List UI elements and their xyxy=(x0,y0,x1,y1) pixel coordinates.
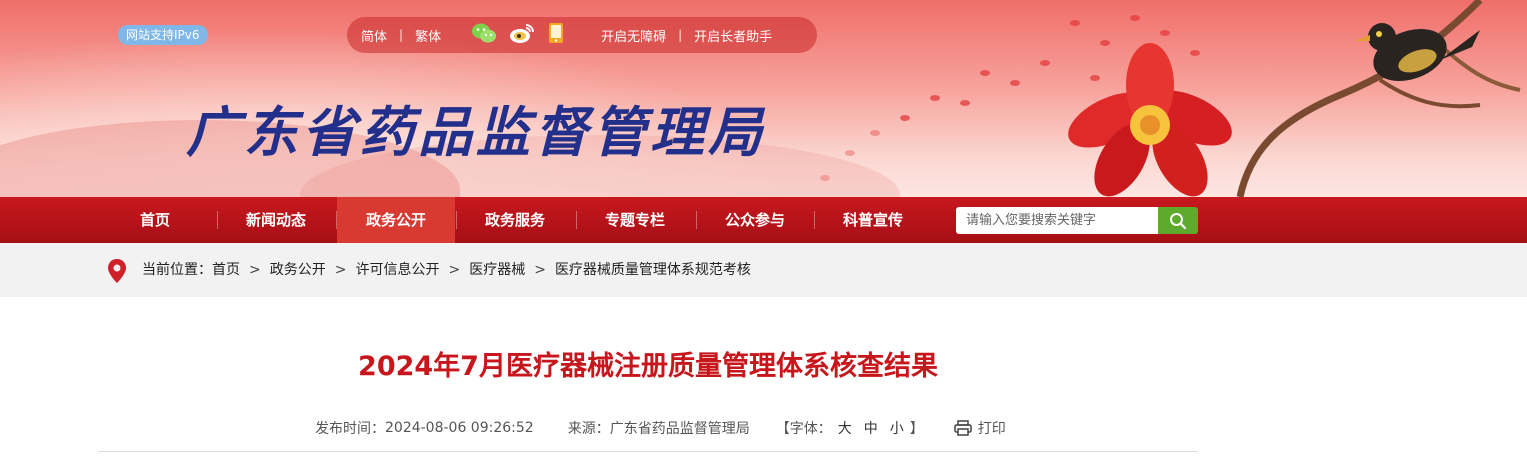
print-icon xyxy=(953,420,972,436)
petal-decoration xyxy=(980,70,990,76)
nav-item-government-affairs[interactable]: 政务公开 xyxy=(337,197,455,243)
breadcrumb-medical-devices[interactable]: 医疗器械 xyxy=(469,243,525,297)
nav-item-science[interactable]: 科普宣传 xyxy=(814,197,932,243)
weibo-icon[interactable] xyxy=(509,22,535,48)
font-size-label: 【字体： xyxy=(775,421,832,437)
breadcrumb-separator: > xyxy=(249,262,261,278)
main-nav: 首页 新闻动态 政务公开 政务服务 专题专栏 公众参与 科普宣传 请输入您要搜索… xyxy=(0,197,1527,243)
search-button[interactable] xyxy=(1158,207,1198,234)
publish-time: 2024-08-06 09:26:52 xyxy=(385,420,534,436)
font-size-medium[interactable]: 中 xyxy=(864,418,878,438)
mobile-icon[interactable] xyxy=(547,22,565,48)
petal-decoration xyxy=(1040,60,1050,66)
breadcrumb-government-affairs[interactable]: 政务公开 xyxy=(270,243,326,297)
breadcrumb: 当前位置： 首页 > 政务公开 > 许可信息公开 > 医疗器械 > 医疗器械质量… xyxy=(142,243,751,297)
petal-decoration xyxy=(870,130,880,136)
print-label: 打印 xyxy=(977,421,1006,437)
publish-time-label: 发布时间： xyxy=(315,421,385,437)
petal-decoration xyxy=(1190,50,1200,56)
breadcrumb-separator: > xyxy=(334,262,347,278)
nav-item-public-participation[interactable]: 公众参与 xyxy=(696,197,814,243)
petal-decoration xyxy=(1100,40,1110,46)
article-meta: 发布时间： 2024-08-06 09:26:52 来源： 广东省药品监督管理局… xyxy=(315,418,1006,438)
petal-decoration xyxy=(930,95,940,101)
petal-decoration xyxy=(1130,15,1140,21)
nav-item-news[interactable]: 新闻动态 xyxy=(217,197,335,243)
lang-simplified-link[interactable]: 简体 xyxy=(361,26,387,45)
location-pin-icon xyxy=(108,259,126,283)
search-input[interactable]: 请输入您要搜索关键字 xyxy=(956,207,1158,234)
font-size-label-close: 】 xyxy=(909,421,924,437)
search-form: 请输入您要搜索关键字 xyxy=(956,207,1198,234)
breadcrumb-separator: > xyxy=(448,262,461,278)
font-size-small[interactable]: 小 xyxy=(890,418,904,438)
print-button[interactable]: 打印 xyxy=(953,418,1006,438)
source-label: 来源： xyxy=(567,421,610,437)
petal-decoration xyxy=(1070,20,1080,26)
search-icon xyxy=(1170,212,1187,229)
top-toolbar: 简体 | 繁体 开启无障碍 | 开启长者助手 xyxy=(347,17,817,53)
elder-mode-link[interactable]: 开启长者助手 xyxy=(694,26,772,45)
meta-divider xyxy=(98,451,1198,452)
petal-decoration xyxy=(900,115,910,121)
petal-decoration xyxy=(1090,75,1100,81)
petal-decoration xyxy=(1160,30,1170,36)
header-banner: 网站支持IPv6 简体 | 繁体 开启无障碍 | 开启长者助手 广东省药品监督管… xyxy=(0,0,1527,197)
toolbar-divider: | xyxy=(399,28,404,42)
toolbar-divider: | xyxy=(678,28,683,42)
petal-decoration xyxy=(845,150,855,156)
breadcrumb-qms-assessment[interactable]: 医疗器械质量管理体系规范考核 xyxy=(555,243,751,297)
petal-decoration xyxy=(820,175,830,181)
site-title[interactable]: 广东省药品监督管理局 xyxy=(186,88,766,167)
nav-item-home[interactable]: 首页 xyxy=(96,197,214,243)
font-size-large[interactable]: 大 xyxy=(838,418,852,438)
accessibility-link[interactable]: 开启无障碍 xyxy=(601,26,666,45)
breadcrumb-separator: > xyxy=(534,262,546,278)
nav-item-services[interactable]: 政务服务 xyxy=(456,197,574,243)
lang-traditional-link[interactable]: 繁体 xyxy=(415,26,441,45)
article-title: 2024年7月医疗器械注册质量管理体系核查结果 xyxy=(358,351,938,382)
banner-illustration xyxy=(1068,0,1521,197)
petal-decoration xyxy=(960,100,970,106)
ipv6-badge: 网站支持IPv6 xyxy=(118,25,208,45)
breadcrumb-home[interactable]: 首页 xyxy=(212,243,240,297)
breadcrumb-prefix: 当前位置： xyxy=(142,262,212,278)
breadcrumb-bar: 当前位置： 首页 > 政务公开 > 许可信息公开 > 医疗器械 > 医疗器械质量… xyxy=(0,243,1527,297)
nav-item-topics[interactable]: 专题专栏 xyxy=(576,197,694,243)
breadcrumb-license-info[interactable]: 许可信息公开 xyxy=(355,243,439,297)
petal-decoration xyxy=(1010,80,1020,86)
source-value: 广东省药品监督管理局 xyxy=(609,421,750,437)
wechat-icon[interactable] xyxy=(471,22,497,48)
